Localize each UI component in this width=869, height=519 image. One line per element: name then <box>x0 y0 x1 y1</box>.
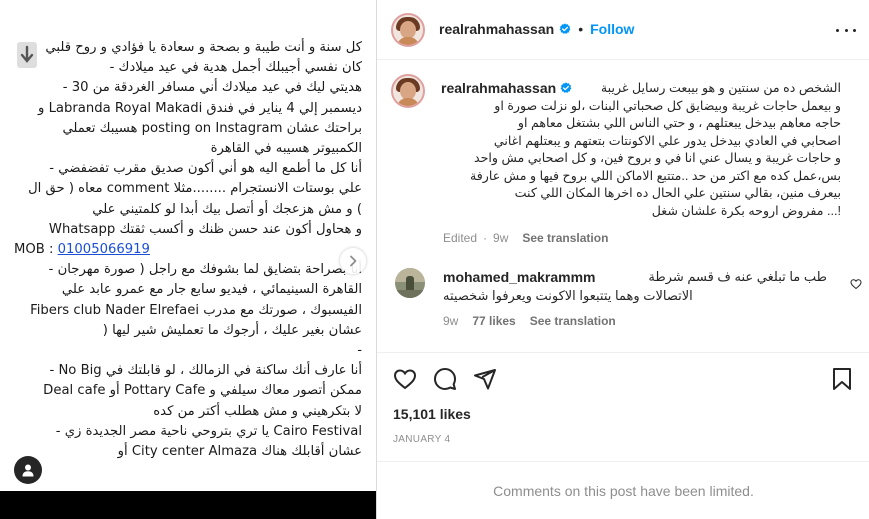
note-line: ممكن أتصور معاك سيلفي و Pottary Cafe أو … <box>43 383 362 399</box>
note-line: و هحاول أكون عند حسن ظنك و أكسب ثقتك Wha… <box>48 221 362 237</box>
caption-line: بس،عمل كده مع اكتر من حد ..متتبع الاماكن… <box>470 168 841 183</box>
caption-line: و بيعمل حاجات غريبة وبيضايق كل صحباتي ال… <box>494 98 841 113</box>
user-tag-icon <box>22 464 34 477</box>
note-line: ) و مش هزعجك أو أتصل بيك أبدا لو كلمتيني… <box>92 201 362 217</box>
comment-avatar[interactable] <box>395 268 425 298</box>
comment-age[interactable]: 9w <box>443 314 458 328</box>
follow-button[interactable]: Follow <box>590 21 634 37</box>
post-side-panel: realrahmahassan • Follow realrahmahassan <box>376 0 869 519</box>
more-dots-icon <box>836 28 839 32</box>
caption-text: الشخص ده من سنتين و هو بيبعت رسايل غريبة… <box>447 80 841 220</box>
post-media[interactable]: كل سنة و أنت طيبة و بصحة و سعادة يا فؤاد… <box>0 0 376 492</box>
heart-icon[interactable] <box>393 367 417 391</box>
note-line: كان نفسي أجيبلك أجمل هدية في عيد ميلادك … <box>109 60 362 76</box>
comment-icon[interactable] <box>433 367 457 391</box>
note-line: لا بتكرهيني و مش هطلب أكتر من كده <box>153 403 362 419</box>
caption-line: الشخص ده من سنتين و هو بيبعت رسايل غريبة <box>600 81 841 95</box>
comment-text-line-1: طب ما تبلغي عنه ف قسم شرطة <box>648 269 827 284</box>
action-bar <box>377 352 869 392</box>
author-avatar[interactable] <box>391 13 425 47</box>
header-user-row: realrahmahassan • Follow <box>439 21 634 37</box>
comments-limited-notice: Comments on this post have been limited. <box>377 461 869 519</box>
caption-line: !... مفروض اروحه بكرة علشان شغل <box>651 203 841 218</box>
comment-likes[interactable]: 77 likes <box>472 314 515 328</box>
post-date[interactable]: JANUARY 4 <box>393 434 450 445</box>
verified-badge-icon <box>559 23 571 34</box>
caption-age[interactable]: 9w <box>493 231 508 245</box>
meta-dot: · <box>483 231 488 245</box>
caption-avatar[interactable] <box>391 74 425 108</box>
note-line: كل سنة و أنت طيبة و بصحة و سعادة يا فؤاد… <box>45 40 362 55</box>
screenshot-note-text: كل سنة و أنت طيبة و بصحة و سعادة يا فؤاد… <box>12 38 362 462</box>
post-dialog: كل سنة و أنت طيبة و بصحة و سعادة يا فؤاد… <box>0 0 869 519</box>
post-header: realrahmahassan • Follow <box>377 0 869 60</box>
note-line: عشان أقابلك هناك City center Almaza أو <box>117 444 362 460</box>
user-tag-button[interactable] <box>14 456 42 484</box>
note-line: هديتي ليك في عيد ميلادك أني مسافر الغردق… <box>62 80 362 96</box>
note-line: القاهرة السينيمائي ، فيديو سابع جار مع ع… <box>61 282 362 298</box>
bookmark-icon[interactable] <box>832 367 852 391</box>
caption-line: و حاجات غريبة و يسال عني انا في و بروح ف… <box>473 151 841 165</box>
comment-username[interactable]: mohamed_makrammm <box>443 269 596 285</box>
comment-body: mohamed_makrammm طب ما تبلغي عنه ف قسم ش… <box>443 269 827 309</box>
caption-line: اصحابي في العادي بيدخل يدور علي الاكونتا… <box>493 133 841 148</box>
note-line: ديسمبر إلي 4 يناير في فندق Labranda Roya… <box>38 100 362 116</box>
likes-count[interactable]: 15,101 likes <box>393 406 471 422</box>
note-line: الفيسبوك ، صورتك مع مدرب Fibers club Nad… <box>30 302 362 318</box>
note-line: علي بوستات الانستجرام ........مثلا comme… <box>28 181 362 197</box>
note-line: أنا عارف أنك ساكنة في الزمالك ، لو قابلت… <box>49 363 362 379</box>
next-media-button[interactable] <box>340 248 366 274</box>
more-options-button[interactable] <box>836 22 856 38</box>
note-line: - <box>357 343 362 359</box>
caption-line: حاجه معاهم بيدخل يبعتلهم ، و حتي الناس ا… <box>517 116 841 130</box>
chevron-right-icon <box>350 255 357 267</box>
more-dot <box>844 28 848 32</box>
note-line: الكمبيوتر هسيبه في القاهرة <box>210 141 362 157</box>
see-translation-link[interactable]: See translation <box>522 231 608 245</box>
note-mob-line: MOB : 01005066919 <box>12 240 362 260</box>
note-line: Cairo Festival يا تري بتروحي ناحية مصر ا… <box>55 423 362 439</box>
note-line: عشان بغير عليك ، أرجوك ما تعمليش شير ليه… <box>102 322 362 338</box>
author-username[interactable]: realrahmahassan <box>439 21 554 37</box>
comment-text-line-2: الاتصالات وهما يتتبعوا الاكونت ويعرفوا ش… <box>443 288 693 303</box>
caption-line: بيعرف منين، بقالي سنتين علي الحال ده اخر… <box>514 186 841 200</box>
note-line: أنا كل ما أطمع اليه هو أني أكون صديق مقر… <box>49 161 362 177</box>
comment-like-icon[interactable] <box>850 278 862 290</box>
more-dot <box>853 28 856 32</box>
comment-see-translation[interactable]: See translation <box>530 314 616 328</box>
note-line: براحتك عشان posting on Instagram هسيبك ت… <box>62 120 362 136</box>
comment-meta: 9w 77 likes See translation <box>443 314 616 328</box>
header-separator: • <box>578 21 584 37</box>
mob-label: MOB : <box>14 242 58 258</box>
caption-meta: Edited · 9w See translation <box>443 231 608 245</box>
paper-plane-icon[interactable] <box>473 367 497 391</box>
edited-label: Edited <box>443 231 478 245</box>
phone-link[interactable]: 01005066919 <box>58 242 150 257</box>
note-line: أنا بصراحة بتضايق لما بشوفك مع راجل ( صو… <box>48 262 362 278</box>
